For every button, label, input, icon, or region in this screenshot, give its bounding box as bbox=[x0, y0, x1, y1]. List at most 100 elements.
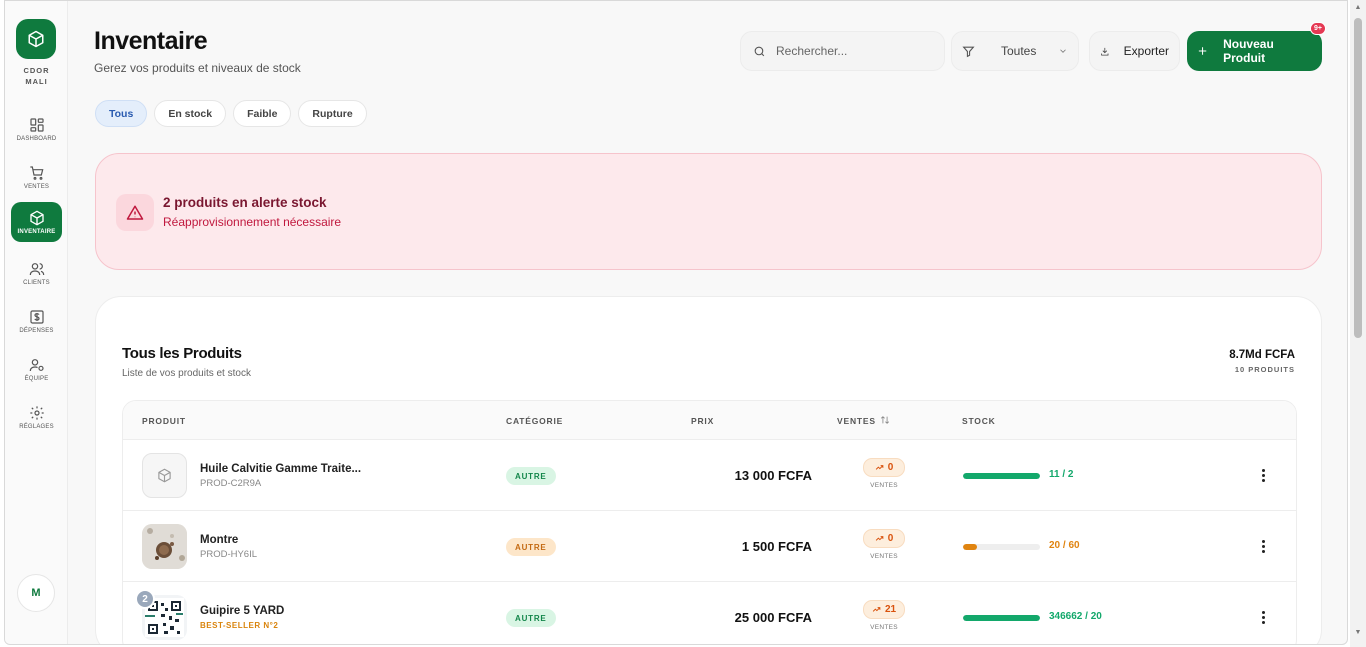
products-card-title: Tous les Produits bbox=[122, 345, 242, 362]
product-name[interactable]: Guipire 5 YARD bbox=[200, 605, 284, 617]
main-content: Inventaire Gerez vos produits et niveaux… bbox=[69, 1, 1347, 644]
row-menu-button[interactable] bbox=[1259, 537, 1267, 555]
alert-title: 2 produits en alerte stock bbox=[163, 195, 327, 210]
sidebar-item-label: VENTES bbox=[23, 183, 50, 190]
products-table: PRODUIT CATÉGORIE PRIX VENTES STOCK Huil… bbox=[122, 400, 1297, 644]
table-row[interactable]: 2 Guipire 5 YARD BEST-SELLER N°2 AUTRE 2… bbox=[123, 582, 1296, 644]
new-product-label: Nouveau Produit bbox=[1223, 37, 1274, 65]
export-label: Exporter bbox=[1123, 44, 1169, 58]
sidebar-item-clients[interactable]: CLIENTS bbox=[11, 253, 62, 293]
product-name[interactable]: Montre bbox=[200, 534, 238, 546]
product-thumbnail bbox=[142, 524, 187, 569]
brand-name-line1: CDOR bbox=[23, 66, 50, 75]
row-menu-button[interactable] bbox=[1259, 608, 1267, 626]
sales-pill: 21 bbox=[863, 600, 905, 619]
search-box bbox=[740, 31, 945, 71]
sort-icon[interactable] bbox=[880, 415, 890, 425]
tab-rupture[interactable]: Rupture bbox=[298, 100, 367, 127]
stock-value: 20 / 60 bbox=[1049, 540, 1080, 551]
plus-icon bbox=[1198, 47, 1207, 55]
row-menu-button[interactable] bbox=[1259, 466, 1267, 484]
sales-label: VENTES bbox=[870, 624, 898, 631]
page-subtitle: Gerez vos produits et niveaux de stock bbox=[94, 61, 301, 75]
stock-value: 11 / 2 bbox=[1049, 469, 1074, 480]
sidebar-item-ventes[interactable]: VENTES bbox=[11, 157, 62, 197]
sidebar-item-label: DÉPENSES bbox=[19, 327, 54, 334]
table-row[interactable]: Huile Calvitie Gamme Traite... PROD-C2R9… bbox=[123, 440, 1296, 511]
stock-progress-fill bbox=[963, 615, 1040, 621]
product-price: 13 000 FCFA bbox=[734, 468, 812, 483]
page-title: Inventaire bbox=[94, 27, 208, 55]
sidebar-item-depenses[interactable]: DÉPENSES bbox=[11, 301, 62, 341]
gear-icon bbox=[29, 405, 44, 420]
product-name[interactable]: Huile Calvitie Gamme Traite... bbox=[200, 463, 361, 475]
box-icon bbox=[158, 468, 171, 483]
search-input[interactable] bbox=[776, 44, 926, 58]
sidebar-item-label: RÉGLAGES bbox=[19, 423, 54, 430]
product-count: 10 PRODUITS bbox=[1234, 365, 1295, 374]
stock-value: 346662 / 20 bbox=[1049, 611, 1102, 622]
alert-subtitle: Réapprovisionnement nécessaire bbox=[163, 215, 342, 229]
product-sku: PROD-HY6IL bbox=[200, 549, 258, 560]
bestseller-label: BEST-SELLER N°2 bbox=[200, 621, 279, 630]
category-filter-select[interactable]: Toutes bbox=[951, 31, 1079, 71]
sales-value: 0 bbox=[887, 533, 894, 544]
stock-progress-bar bbox=[963, 473, 1040, 479]
scrollbar-thumb[interactable] bbox=[1354, 18, 1362, 338]
column-header-category[interactable]: CATÉGORIE bbox=[506, 416, 563, 426]
scroll-up-arrow[interactable]: ▲ bbox=[1354, 4, 1362, 12]
tab-faible[interactable]: Faible bbox=[233, 100, 292, 127]
sidebar-item-label: INVENTAIRE bbox=[17, 228, 56, 235]
filter-value: Toutes bbox=[1001, 44, 1037, 58]
sidebar-item-dashboard[interactable]: DASHBOARD bbox=[11, 109, 62, 149]
tab-tous[interactable]: Tous bbox=[95, 100, 148, 127]
products-card-subtitle: Liste de vos produits et stock bbox=[122, 368, 251, 379]
sales-value: 21 bbox=[884, 604, 897, 615]
app-window: CDOR MALI DASHBOARD VENTES INVENTAIRE CL… bbox=[4, 0, 1348, 645]
sales-label: VENTES bbox=[870, 553, 898, 560]
stock-alert-banner: 2 produits en alerte stock Réapprovision… bbox=[95, 153, 1322, 270]
product-sku: PROD-C2R9A bbox=[200, 478, 262, 489]
category-badge: AUTRE bbox=[506, 538, 556, 556]
products-card: Tous les Produits Liste de vos produits … bbox=[95, 296, 1322, 644]
trending-up-icon bbox=[875, 536, 884, 541]
watch-photo bbox=[142, 524, 187, 569]
export-button[interactable]: Exporter bbox=[1089, 31, 1180, 71]
stock-filter-tabs: Tous En stock Faible Rupture bbox=[95, 100, 367, 127]
stock-progress-fill bbox=[963, 473, 1040, 479]
new-product-button[interactable]: Nouveau Produit bbox=[1187, 31, 1322, 71]
sales-count: 21 VENTES bbox=[863, 600, 905, 631]
search-icon bbox=[754, 46, 765, 56]
sidebar-item-equipe[interactable]: ÉQUIPE bbox=[11, 349, 62, 389]
sales-value: 0 bbox=[887, 462, 894, 473]
category-badge: AUTRE bbox=[506, 467, 556, 485]
user-avatar[interactable]: M bbox=[17, 574, 55, 612]
category-badge: AUTRE bbox=[506, 609, 556, 627]
sidebar-item-inventaire[interactable]: INVENTAIRE bbox=[11, 202, 62, 242]
sidebar-item-reglages[interactable]: RÉGLAGES bbox=[11, 397, 62, 437]
warning-icon bbox=[126, 205, 144, 220]
table-row[interactable]: Montre PROD-HY6IL AUTRE 1 500 FCFA 0 VEN… bbox=[123, 511, 1296, 582]
scroll-down-arrow[interactable]: ▼ bbox=[1354, 629, 1362, 637]
warning-icon-wrap bbox=[116, 194, 154, 231]
notification-badge[interactable]: 9+ bbox=[1310, 22, 1326, 35]
box-logo-icon bbox=[28, 30, 44, 48]
stock-progress-bar bbox=[963, 544, 1040, 550]
inventory-total-value: 8.7Md FCFA bbox=[1229, 349, 1295, 361]
dashboard-icon bbox=[29, 117, 44, 132]
brand-name-line2: MALI bbox=[25, 77, 48, 86]
rank-badge: 2 bbox=[135, 589, 155, 609]
sidebar-item-label: CLIENTS bbox=[23, 279, 50, 286]
stock-progress-fill bbox=[963, 544, 977, 550]
column-header-price[interactable]: PRIX bbox=[691, 416, 714, 426]
cart-icon bbox=[29, 165, 43, 180]
table-header: PRODUIT CATÉGORIE PRIX VENTES STOCK bbox=[123, 401, 1296, 440]
column-header-sales[interactable]: VENTES bbox=[837, 416, 876, 426]
column-header-stock[interactable]: STOCK bbox=[962, 416, 996, 426]
column-header-product[interactable]: PRODUIT bbox=[142, 416, 186, 426]
sales-label: VENTES bbox=[870, 482, 898, 489]
tab-en-stock[interactable]: En stock bbox=[154, 100, 227, 127]
brand-logo[interactable] bbox=[16, 19, 56, 59]
sales-pill: 0 bbox=[863, 529, 905, 548]
page-scrollbar[interactable]: ▲ ▼ bbox=[1350, 0, 1366, 647]
